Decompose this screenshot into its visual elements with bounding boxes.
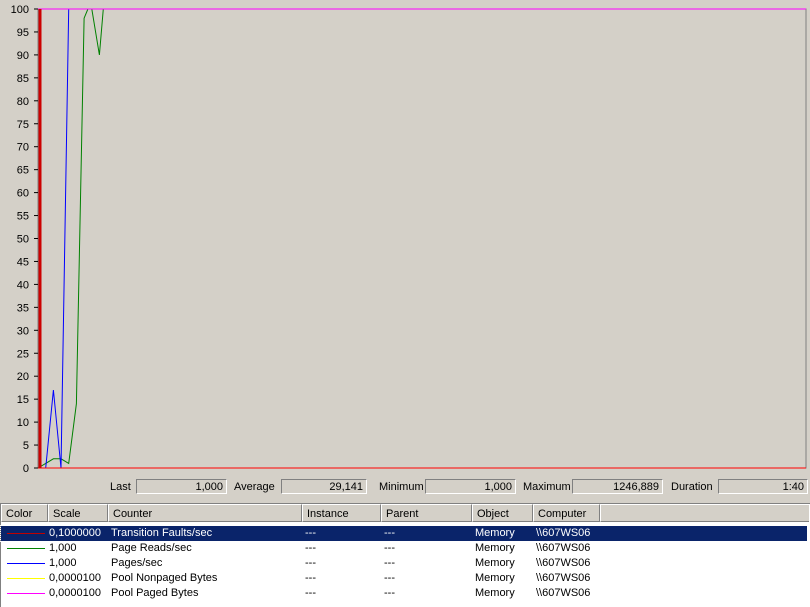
legend-computer: \\607WS06 (536, 572, 591, 584)
y-tick-label: 35 (17, 302, 29, 314)
y-tick-label: 100 (11, 4, 29, 16)
plot-area (37, 8, 807, 469)
y-tick-label: 55 (17, 211, 29, 223)
column-header-counter[interactable]: Counter (108, 504, 302, 522)
minimum-label: Minimum (379, 481, 424, 493)
legend-scale: 0,0000100 (49, 572, 101, 584)
y-tick-label: 25 (17, 348, 29, 360)
minimum-value: 1,000 (425, 479, 516, 494)
legend-parent: --- (384, 527, 395, 539)
legend-object: Memory (475, 542, 515, 554)
y-tick-label: 45 (17, 256, 29, 268)
legend-object: Memory (475, 587, 515, 599)
statistics-bar: Last 1,000 Average 29,141 Minimum 1,000 … (0, 478, 810, 498)
color-swatch (7, 563, 45, 564)
column-header-filler (600, 504, 809, 522)
legend-instance: --- (305, 572, 316, 584)
legend-parent: --- (384, 542, 395, 554)
legend-parent: --- (384, 557, 395, 569)
last-value: 1,000 (136, 479, 227, 494)
legend-counter: Page Reads/sec (111, 542, 192, 554)
legend-counter: Pages/sec (111, 557, 163, 569)
legend-object: Memory (475, 572, 515, 584)
y-tick-label: 10 (17, 417, 29, 429)
legend-computer: \\607WS06 (536, 542, 591, 554)
legend-scale: 1,000 (49, 542, 77, 554)
legend-computer: \\607WS06 (536, 587, 591, 599)
y-tick-label: 40 (17, 279, 29, 291)
column-header-parent[interactable]: Parent (381, 504, 472, 522)
color-swatch (7, 578, 45, 579)
y-tick-label: 50 (17, 234, 29, 246)
average-value: 29,141 (281, 479, 367, 494)
legend-object: Memory (475, 557, 515, 569)
average-label: Average (234, 481, 275, 493)
column-header-scale[interactable]: Scale (48, 504, 108, 522)
chart-svg: 0 5 10 15 20 25 30 35 40 45 50 55 60 65 70 75 80 85 90 95 10… (11, 4, 807, 475)
maximum-label: Maximum (523, 481, 571, 493)
y-tick-label: 90 (17, 50, 29, 62)
legend-row[interactable]: 0,0000100 Pool Nonpaged Bytes --- --- Memory… (1, 571, 807, 586)
legend-scale: 1,000 (49, 557, 77, 569)
y-tick-label: 5 (23, 440, 29, 452)
legend-counter: Pool Paged Bytes (111, 587, 199, 599)
y-tick-label: 85 (17, 73, 29, 85)
legend-scale: 0,1000000 (49, 527, 101, 539)
y-tick-label: 65 (17, 165, 29, 177)
legend-instance: --- (305, 542, 316, 554)
legend-row[interactable]: 0,1000000 Transition Faults/sec --- --- Memo… (0, 525, 808, 542)
y-tick-label: 20 (17, 371, 29, 383)
y-tick-label: 95 (17, 27, 29, 39)
legend-counter: Transition Faults/sec (111, 527, 213, 539)
legend-instance: --- (305, 527, 316, 539)
legend-row[interactable]: 0,0000100 Pool Paged Bytes --- --- Memory \\6… (1, 586, 807, 601)
legend-parent: --- (384, 587, 395, 599)
y-tick-label: 80 (17, 96, 29, 108)
column-header-instance[interactable]: Instance (302, 504, 381, 522)
legend-computer: \\607WS06 (536, 557, 591, 569)
legend-instance: --- (305, 587, 316, 599)
legend-computer: \\607WS06 (536, 527, 591, 539)
legend-row[interactable]: 1,000 Pages/sec --- --- Memory \\607WS06 (1, 556, 807, 571)
maximum-value: 1246,889 (572, 479, 663, 494)
counter-legend[interactable]: Color Scale Counter Instance Parent Obje… (0, 503, 810, 607)
legend-scale: 0,0000100 (49, 587, 101, 599)
legend-instance: --- (305, 557, 316, 569)
column-header-computer[interactable]: Computer (533, 504, 600, 522)
legend-object: Memory (475, 527, 515, 539)
y-tick-label: 75 (17, 119, 29, 131)
legend-counter: Pool Nonpaged Bytes (111, 572, 218, 584)
y-tick-label: 0 (23, 463, 29, 475)
color-swatch (7, 533, 45, 534)
y-tick-label: 30 (17, 325, 29, 337)
legend-header: Color Scale Counter Instance Parent Obje… (1, 504, 809, 522)
duration-label: Duration (671, 481, 713, 493)
legend-row[interactable]: 1,000 Page Reads/sec --- --- Memory \\607WS06 (1, 541, 807, 556)
legend-parent: --- (384, 572, 395, 584)
last-label: Last (110, 481, 131, 493)
performance-graph: 0 5 10 15 20 25 30 35 40 45 50 55 60 65 70 75 80 85 90 95 10… (0, 0, 810, 478)
y-tick-label: 70 (17, 142, 29, 154)
column-header-color[interactable]: Color (1, 504, 48, 522)
color-swatch (7, 548, 45, 549)
y-tick-label: 15 (17, 394, 29, 406)
y-tick-label: 60 (17, 188, 29, 200)
duration-value: 1:40 (718, 479, 808, 494)
color-swatch (7, 593, 45, 594)
column-header-object[interactable]: Object (472, 504, 533, 522)
